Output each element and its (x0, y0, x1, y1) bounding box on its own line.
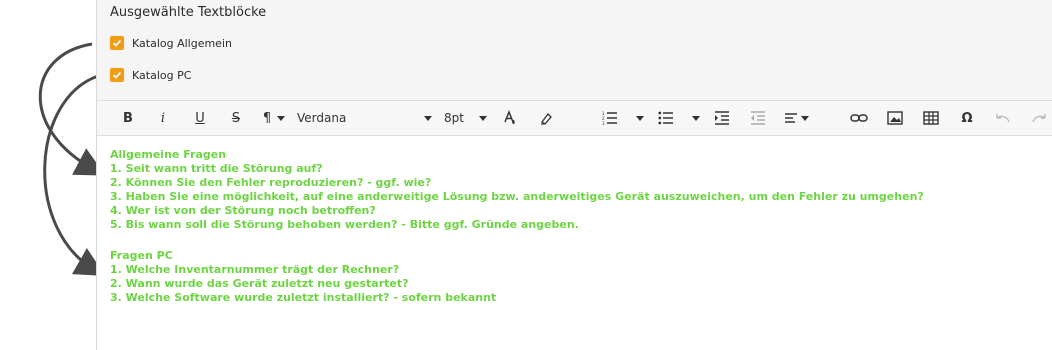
bold-button[interactable]: B (119, 101, 137, 135)
link-icon[interactable] (849, 101, 869, 135)
font-family-select[interactable]: Verdana (297, 101, 437, 135)
table-icon[interactable] (922, 101, 940, 135)
highlight-icon[interactable] (537, 101, 555, 135)
checkbox-katalog-allgemein[interactable] (110, 36, 124, 50)
arrow-katalog-pc (43, 74, 106, 276)
align-caret-icon[interactable] (801, 116, 809, 121)
outdent-icon[interactable] (749, 101, 767, 135)
question-line: 1. Seit wann tritt die Störung auf? (110, 162, 323, 175)
checkbox-label: Katalog Allgemein (132, 36, 232, 50)
question-line: 4. Wer ist von der Störung noch betroffe… (110, 204, 376, 217)
numbered-list-icon[interactable]: 123 (601, 101, 619, 135)
question-line: 5. Bis wann soll die Störung behoben wer… (110, 218, 579, 231)
svg-text:3: 3 (602, 121, 605, 125)
strikethrough-button[interactable]: S (227, 101, 245, 135)
editor-panel: Ausgewählte Textblöcke Katalog Allgemein… (96, 0, 1052, 350)
redo-icon[interactable] (1030, 101, 1048, 135)
underline-button[interactable]: U (191, 101, 209, 135)
italic-button[interactable]: i (154, 101, 172, 135)
checkmark-icon (112, 71, 122, 79)
checkmark-icon (112, 39, 122, 47)
text-color-icon[interactable] (501, 101, 519, 135)
checkbox-row-katalog-allgemein[interactable]: Katalog Allgemein (110, 36, 232, 50)
block-heading: Fragen PC (110, 249, 173, 262)
block-heading: Allgemeine Fragen (110, 148, 227, 161)
block-allgemeine-fragen: Allgemeine Fragen 1. Seit wann tritt die… (110, 148, 1040, 232)
font-family-value: Verdana (297, 111, 347, 125)
font-family-caret-icon[interactable] (424, 116, 432, 121)
numbered-list-caret-icon[interactable] (636, 116, 644, 121)
checkbox-label: Katalog PC (132, 68, 192, 82)
bullet-list-caret-icon[interactable] (692, 116, 700, 121)
question-line: 3. Haben Sie eine möglichkeit, auf eine … (110, 190, 924, 203)
font-size-value: 8pt (444, 111, 464, 125)
special-char-button[interactable]: Ω (959, 101, 975, 135)
align-icon[interactable] (783, 101, 801, 135)
undo-icon[interactable] (994, 101, 1012, 135)
font-size-caret-icon[interactable] (479, 116, 487, 121)
selected-blocks-area: Ausgewählte Textblöcke Katalog Allgemein… (97, 0, 1052, 100)
question-line: 3. Welche Software wurde zuletzt install… (110, 291, 497, 304)
editor-toolbar: B i U S ¶ Verdana 8pt 123 Ω (97, 100, 1052, 136)
question-line: 1. Welche Inventarnummer trägt der Rechn… (110, 263, 400, 276)
question-line: 2. Können Sie den Fehler reproduzieren? … (110, 176, 432, 189)
block-fragen-pc: Fragen PC 1. Welche Inventarnummer trägt… (110, 249, 1040, 305)
bullet-list-icon[interactable] (657, 101, 675, 135)
checkbox-row-katalog-pc[interactable]: Katalog PC (110, 68, 191, 82)
section-title: Ausgewählte Textblöcke (110, 5, 267, 20)
paragraph-button[interactable]: ¶ (260, 101, 274, 135)
image-icon[interactable] (886, 101, 904, 135)
editor-content[interactable]: Allgemeine Fragen 1. Seit wann tritt die… (110, 148, 1040, 305)
question-line: 2. Wann wurde das Gerät zuletzt neu gest… (110, 277, 409, 290)
arrow-katalog-allgemein (38, 42, 106, 176)
paragraph-caret-icon[interactable] (277, 116, 285, 121)
indent-icon[interactable] (713, 101, 731, 135)
checkbox-katalog-pc[interactable] (110, 68, 124, 82)
